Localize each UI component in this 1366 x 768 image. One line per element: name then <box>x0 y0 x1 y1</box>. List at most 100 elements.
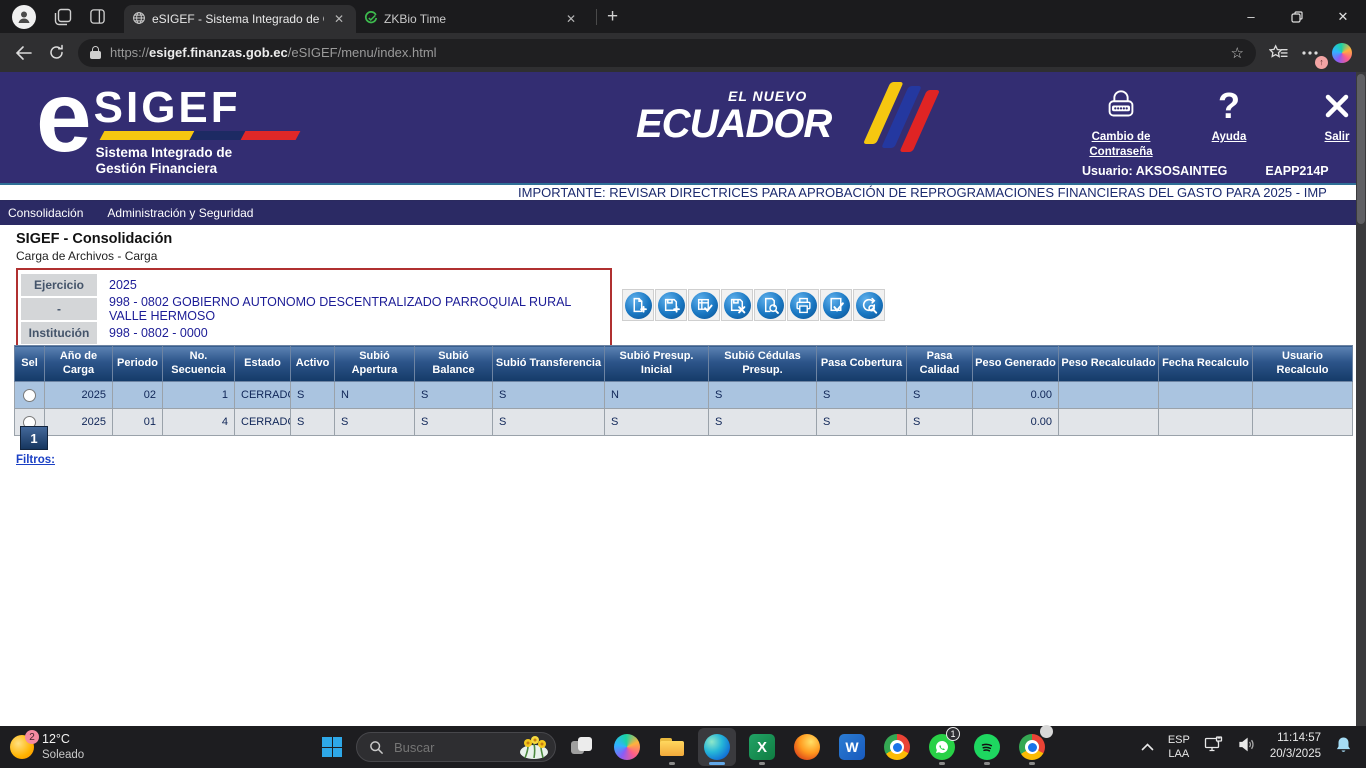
esigef-logo: e SIGEF Sistema Integrado de Gestión Fin… <box>36 78 298 178</box>
new-tab-button[interactable]: + <box>607 7 618 26</box>
table-cell <box>1253 382 1353 409</box>
tray-time: 11:14:57 <box>1270 731 1321 747</box>
favorite-star-icon[interactable]: ☆ <box>1231 44 1244 62</box>
browser-tab[interactable]: eSIGEF - Sistema Integrado de Ge ✕ <box>124 5 356 33</box>
table-cell <box>1159 382 1253 409</box>
taskbar-app-spotify[interactable] <box>968 728 1006 766</box>
table-cell: S <box>605 409 709 436</box>
taskbar-app-file-explorer[interactable] <box>653 728 691 766</box>
table-cell: CERRADO <box>235 409 291 436</box>
taskbar-app-word[interactable]: W <box>833 728 871 766</box>
weather-badge: 2 <box>25 730 39 744</box>
search-refresh-button[interactable] <box>853 289 885 321</box>
help-icon: ? <box>1218 84 1240 128</box>
page-scrollbar[interactable] <box>1356 72 1366 726</box>
network-icon[interactable] <box>1204 736 1224 758</box>
taskbar-center: X W 1 <box>315 728 1051 766</box>
table-cell: 4 <box>163 409 235 436</box>
lock-icon[interactable] <box>90 46 101 59</box>
validate-form-button[interactable] <box>688 289 720 321</box>
menu-item-administración-y-seguridad[interactable]: Administración y Seguridad <box>107 206 253 220</box>
tab-close-icon[interactable]: ✕ <box>562 12 580 26</box>
taskbar-app-whatsapp[interactable]: 1 <box>923 728 961 766</box>
taskbar-app-chrome-profile[interactable] <box>1013 728 1051 766</box>
header-action-ayuda[interactable]: ?Ayuda <box>1188 84 1270 160</box>
vertical-tabs-icon[interactable] <box>80 4 114 30</box>
important-marquee: IMPORTANTE: REVISAR DIRECTRICES PARA APR… <box>0 183 1366 201</box>
taskbar-app-edge[interactable] <box>698 728 736 766</box>
browser-profile-avatar[interactable] <box>12 5 36 29</box>
table-cell: S <box>709 409 817 436</box>
table-cell <box>1159 409 1253 436</box>
table-cell: S <box>415 409 493 436</box>
filters-link[interactable]: Filtros: <box>16 454 55 466</box>
scrollbar-thumb[interactable] <box>1357 74 1365 224</box>
preview-document-button[interactable] <box>754 289 786 321</box>
column-header: Pasa Calidad <box>907 346 973 382</box>
search-input[interactable] <box>392 739 506 756</box>
workspaces-icon[interactable] <box>46 4 80 30</box>
header-actions: Cambio de Contraseña?AyudaSalir <box>1080 84 1366 160</box>
address-bar[interactable]: https://esigef.finanzas.gob.ec/eSIGEF/me… <box>78 39 1256 67</box>
start-button[interactable] <box>315 730 349 764</box>
browser-toolbar: https://esigef.finanzas.gob.ec/eSIGEF/me… <box>0 33 1366 72</box>
approve-document-button[interactable] <box>820 289 852 321</box>
logo-tricolor-stripe <box>99 131 300 140</box>
tray-chevron-icon[interactable] <box>1141 738 1154 756</box>
weather-widget[interactable]: 2 12°C Soleado <box>10 726 84 768</box>
menu-item-consolidación[interactable]: Consolidación <box>8 206 83 220</box>
save-record-button[interactable] <box>655 289 687 321</box>
column-header: Subió Balance <box>415 346 493 382</box>
form-row: Ejercicio2025 <box>21 274 607 296</box>
table-cell: 2025 <box>45 409 113 436</box>
column-header: Usuario Recalculo <box>1253 346 1353 382</box>
table-cell: S <box>291 382 335 409</box>
page-title: SIGEF - Consolidación <box>16 231 172 247</box>
url-domain: esigef.finanzas.gob.ec <box>149 45 288 60</box>
column-header: Pasa Cobertura <box>817 346 907 382</box>
restore-button[interactable] <box>1274 0 1320 33</box>
close-window-button[interactable]: ✕ <box>1320 0 1366 33</box>
ecuador-logo-main: ECUADOR <box>636 104 856 144</box>
taskbar-search[interactable] <box>356 732 556 762</box>
taskbar-app-excel[interactable]: X <box>743 728 781 766</box>
tab-title: ZKBio Time <box>384 12 556 26</box>
clock[interactable]: 11:14:57 20/3/2025 <box>1270 731 1321 762</box>
favorites-icon[interactable] <box>1262 38 1294 68</box>
table-cell: S <box>291 409 335 436</box>
column-header: Activo <box>291 346 335 382</box>
taskbar-app-task-view[interactable] <box>563 728 601 766</box>
user-label: Usuario: AKSOSAINTEG <box>1082 164 1227 178</box>
table-cell: S <box>817 382 907 409</box>
language-indicator[interactable]: ESPLAA <box>1168 733 1190 762</box>
notification-bell-icon[interactable] <box>1335 736 1352 759</box>
page-number-button[interactable]: 1 <box>20 426 48 450</box>
tab-close-icon[interactable]: ✕ <box>330 12 348 26</box>
new-document-button[interactable] <box>622 289 654 321</box>
taskbar-app-copilot[interactable] <box>608 728 646 766</box>
taskbar-app-firefox[interactable] <box>788 728 826 766</box>
copilot-icon[interactable] <box>1326 38 1358 68</box>
header-action-cambio-de-contraseña[interactable]: Cambio de Contraseña <box>1080 84 1162 160</box>
carga-table: SelAño de CargaPeriodoNo. SecuenciaEstad… <box>14 345 1353 436</box>
row-select-radio[interactable] <box>23 389 36 402</box>
minimize-button[interactable]: – <box>1228 0 1274 33</box>
column-header: Subió Apertura <box>335 346 415 382</box>
settings-more-icon[interactable]: ↑ <box>1294 38 1326 68</box>
save-record-icon <box>658 292 685 319</box>
print-document-button[interactable] <box>787 289 819 321</box>
delete-record-button[interactable] <box>721 289 753 321</box>
volume-icon[interactable] <box>1238 737 1256 757</box>
form-value: 998 - 0802 GOBIERNO AUTONOMO DESCENTRALI… <box>100 298 607 320</box>
tab-separator <box>596 9 597 25</box>
tab-list: eSIGEF - Sistema Integrado de Ge✕ZKBio T… <box>124 0 588 33</box>
browser-tab[interactable]: ZKBio Time ✕ <box>356 5 588 33</box>
tab-title: eSIGEF - Sistema Integrado de Ge <box>152 12 324 26</box>
action-toolbar <box>622 289 886 321</box>
table-cell: 2025 <box>45 382 113 409</box>
delete-record-icon <box>724 292 751 319</box>
table-cell: S <box>493 382 605 409</box>
search-refresh-icon <box>856 292 883 319</box>
taskbar-app-chrome[interactable] <box>878 728 916 766</box>
password-lock-icon <box>1102 84 1140 128</box>
